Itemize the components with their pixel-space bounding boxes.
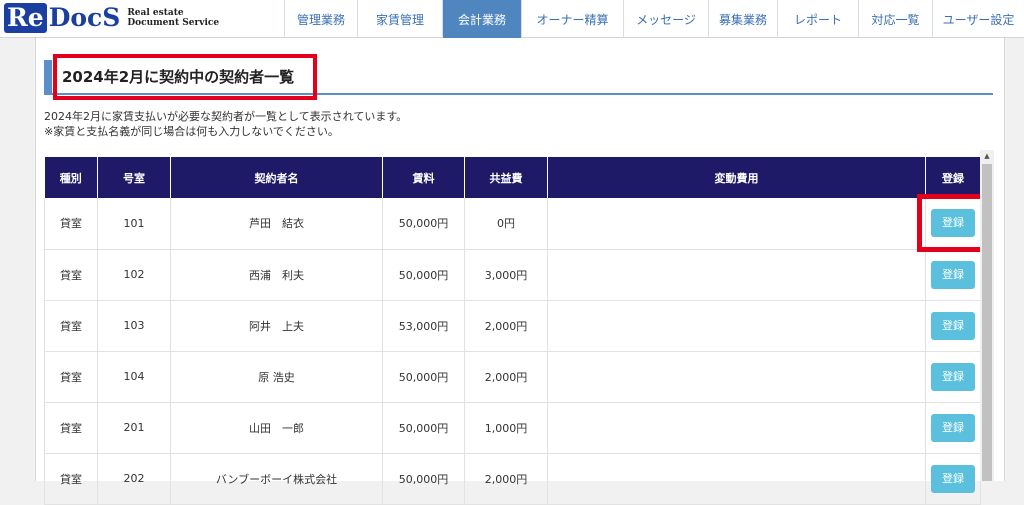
title-highlight-box <box>53 54 317 100</box>
logo-subtitle-line1: Real estate <box>127 8 184 18</box>
common-fee-cell: 2,000円 <box>464 453 548 505</box>
top-bar: Re DocS Real estate Document Service 管理業務… <box>0 0 1024 38</box>
nav-item-0[interactable]: 管理業務 <box>284 0 357 38</box>
table-body: 貸室 101 芦田 結衣 50,000円 0円 登録 貸室 102 西浦 利夫 50,000円 3,… <box>44 198 981 505</box>
title-accent <box>44 60 52 93</box>
scroll-up-arrow-icon[interactable]: ▲ <box>980 150 994 162</box>
rent-cell: 50,000円 <box>382 198 465 250</box>
nav-item-7[interactable]: 対応一覧 <box>858 0 932 38</box>
register-cell: 登録 <box>925 402 981 454</box>
scroll-thumb[interactable] <box>982 164 992 481</box>
register-cell: 登録 <box>925 300 981 352</box>
rent-cell: 53,000円 <box>382 300 465 352</box>
logo-subtitle-line2: Document Service <box>127 18 220 28</box>
register-cell: 登録 <box>925 453 981 505</box>
register-cell: 登録 <box>925 351 981 403</box>
room-cell: 102 <box>97 249 171 301</box>
logo-subtitle: Real estate Document Service <box>127 8 219 28</box>
contract-table: 種別 号室 契約者名 賃料 共益費 変動費用 登録 貸室 101 芦田 結衣 50,000円 0円登… <box>44 157 981 505</box>
page-description: 2024年2月に家賃支払いが必要な契約者が一覧として表示されています。 ※家賃と… <box>44 109 407 139</box>
logo-docs: DocS <box>48 3 121 32</box>
nav-item-8[interactable]: ユーザー設定 <box>932 0 1024 38</box>
logo[interactable]: Re DocS Real estate Document Service <box>4 3 219 33</box>
register-button[interactable]: 登録 <box>931 260 975 289</box>
table-row: 貸室 101 芦田 結衣 50,000円 0円 登録 <box>44 198 981 250</box>
common-fee-cell: 3,000円 <box>464 249 548 301</box>
contractor-name-cell: 山田 一郎 <box>170 402 383 454</box>
nav-item-1[interactable]: 家賃管理 <box>357 0 442 38</box>
register-button[interactable]: 登録 <box>931 362 975 391</box>
column-header: 号室 <box>97 157 171 198</box>
column-header: 変動費用 <box>547 157 926 198</box>
column-header: 共益費 <box>464 157 548 198</box>
variable-cost-cell[interactable] <box>547 198 926 250</box>
type-cell: 貸室 <box>44 300 98 352</box>
logo-re: Re <box>4 3 47 33</box>
table-header-row: 種別 号室 契約者名 賃料 共益費 変動費用 登録 <box>44 157 981 198</box>
variable-cost-cell[interactable] <box>547 249 926 301</box>
nav-item-5[interactable]: 募集業務 <box>708 0 777 38</box>
type-cell: 貸室 <box>44 453 98 505</box>
common-fee-cell: 2,000円 <box>464 351 548 403</box>
table-row: 貸室 103 阿井 上夫 53,000円 2,000円 登録 <box>44 300 981 352</box>
nav-item-6[interactable]: レポート <box>777 0 858 38</box>
nav-item-3[interactable]: オーナー精算 <box>521 0 623 38</box>
logo-mark: Re DocS <box>4 3 120 33</box>
table-row: 貸室 102 西浦 利夫 50,000円 3,000円 登録 <box>44 249 981 301</box>
table-row: 貸室 104 原 浩史 50,000円 2,000円 登録 <box>44 351 981 403</box>
nav-item-2[interactable]: 会計業務 <box>442 0 521 38</box>
rent-cell: 50,000円 <box>382 351 465 403</box>
main-nav: 管理業務 家賃管理 会計業務 オーナー精算 メッセージ 募集業務 レポート 対応一覧 ユーザー設… <box>284 0 1024 38</box>
common-fee-cell: 0円 <box>464 198 548 250</box>
rent-cell: 50,000円 <box>382 402 465 454</box>
common-fee-cell: 1,000円 <box>464 402 548 454</box>
register-cell: 登録 <box>925 249 981 301</box>
description-line2: ※家賃と支払名義が同じ場合は何も入力しないでください。 <box>44 125 339 138</box>
type-cell: 貸室 <box>44 402 98 454</box>
room-cell: 101 <box>97 198 171 250</box>
scrollbar[interactable]: ▲ <box>980 150 994 481</box>
room-cell: 104 <box>97 351 171 403</box>
contractor-name-cell: 西浦 利夫 <box>170 249 383 301</box>
table-row: 貸室 202 バンブーボーイ株式会社 50,000円 2,000円 登録 <box>44 453 981 505</box>
column-header: 契約者名 <box>170 157 383 198</box>
nav-item-4[interactable]: メッセージ <box>623 0 708 38</box>
variable-cost-cell[interactable] <box>547 402 926 454</box>
description-line1: 2024年2月に家賃支払いが必要な契約者が一覧として表示されています。 <box>44 110 408 123</box>
column-header: 登録 <box>925 157 981 198</box>
register-button[interactable]: 登録 <box>931 413 975 442</box>
variable-cost-cell[interactable] <box>547 453 926 505</box>
register-highlight-box <box>917 194 988 252</box>
table-row: 貸室 201 山田 一郎 50,000円 1,000円 登録 <box>44 402 981 454</box>
variable-cost-cell[interactable] <box>547 300 926 352</box>
variable-cost-cell[interactable] <box>547 351 926 403</box>
room-cell: 103 <box>97 300 171 352</box>
column-header: 賃料 <box>382 157 465 198</box>
common-fee-cell: 2,000円 <box>464 300 548 352</box>
type-cell: 貸室 <box>44 198 98 250</box>
room-cell: 202 <box>97 453 171 505</box>
type-cell: 貸室 <box>44 249 98 301</box>
register-button[interactable]: 登録 <box>931 311 975 340</box>
contractor-name-cell: 原 浩史 <box>170 351 383 403</box>
contractor-name-cell: バンブーボーイ株式会社 <box>170 453 383 505</box>
room-cell: 201 <box>97 402 171 454</box>
register-button[interactable]: 登録 <box>931 464 975 493</box>
column-header: 種別 <box>44 157 98 198</box>
rent-cell: 50,000円 <box>382 249 465 301</box>
contractor-name-cell: 芦田 結衣 <box>170 198 383 250</box>
type-cell: 貸室 <box>44 351 98 403</box>
contractor-name-cell: 阿井 上夫 <box>170 300 383 352</box>
rent-cell: 50,000円 <box>382 453 465 505</box>
